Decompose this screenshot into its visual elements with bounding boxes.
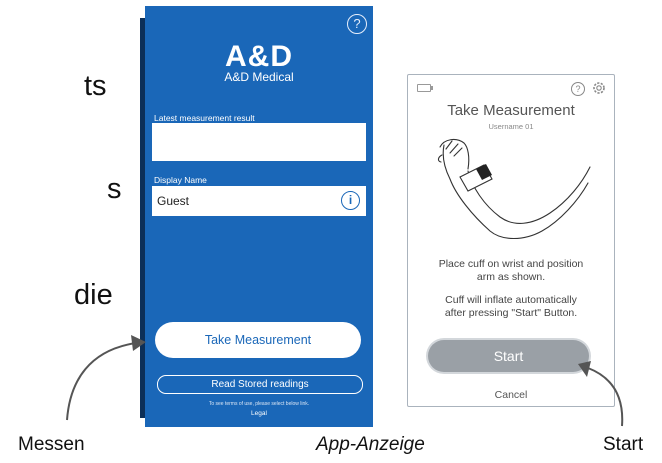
messen-arrow (66, 342, 137, 421)
start-arrow (587, 367, 624, 427)
caption-start: Start (603, 434, 644, 455)
callout-arrows (66, 335, 624, 427)
caption-app-anzeige: App-Anzeige (316, 434, 425, 455)
messen-arrowhead (131, 335, 146, 351)
caption-messen: Messen (18, 434, 85, 455)
